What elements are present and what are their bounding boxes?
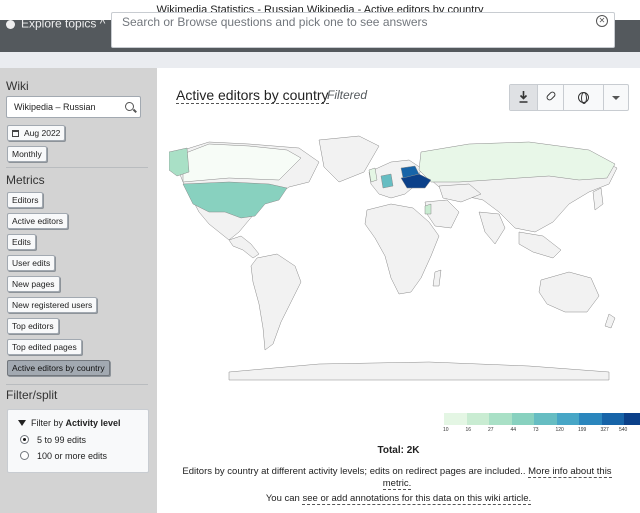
date-label: Aug 2022 — [24, 128, 61, 138]
map-new-zealand — [604, 313, 616, 329]
main-panel: Active editors by country Filtered 10 16… — [157, 68, 640, 513]
map-central-america — [228, 235, 260, 259]
legend-tick: 73 — [533, 427, 539, 433]
legend-swatch-0 — [444, 413, 467, 425]
header-gap — [0, 52, 640, 68]
close-icon[interactable]: ✕ — [596, 15, 608, 27]
radio-icon[interactable] — [20, 451, 29, 460]
map-israel — [424, 203, 432, 215]
metric-top-edited-pages[interactable]: Top edited pages — [7, 339, 82, 355]
legend-tick: 16 — [465, 427, 472, 433]
map-usa — [182, 181, 288, 219]
more-options-button[interactable] — [604, 85, 628, 110]
legend-swatch-5 — [556, 413, 579, 425]
legend-swatch-8 — [624, 413, 640, 425]
chevron-down-icon — [612, 96, 620, 100]
filter-title-prefix: Filter by — [31, 418, 64, 428]
search-placeholder: Search or Browse questions and pick one … — [122, 15, 428, 29]
metrics-heading: Metrics — [6, 173, 45, 187]
legend-tick: 199 — [578, 427, 587, 433]
legend-tick: 44 — [510, 427, 517, 433]
legend-swatch-4 — [534, 413, 557, 425]
metric-top-editors[interactable]: Top editors — [7, 318, 59, 334]
search-bar[interactable]: Search or Browse questions and pick one … — [111, 12, 615, 48]
metric-new-pages[interactable]: New pages — [7, 276, 60, 292]
legend-tick: 540 — [619, 427, 628, 433]
legend-tick: 10 — [443, 427, 449, 433]
filter-panel: Filter by Activity level 5 to 99 edits 1… — [7, 409, 149, 473]
legend-color-scale — [444, 413, 640, 425]
map-india — [478, 211, 506, 245]
legend-swatch-2 — [489, 413, 512, 425]
map-alaska — [169, 147, 190, 177]
chart-subtitle: Filtered — [327, 88, 368, 102]
metric-new-registered-users[interactable]: New registered users — [7, 297, 98, 313]
filter-title-bold: Activity level — [65, 418, 121, 428]
wiki-selector-input[interactable]: Wikipedia – Russian — [6, 96, 141, 118]
link-button[interactable] — [538, 85, 564, 110]
divider — [6, 167, 148, 168]
map-russia — [418, 141, 616, 183]
total-count: Total: 2K — [377, 445, 420, 456]
filter-option-label: 5 to 99 edits — [37, 435, 87, 445]
sidebar: Wiki Wikipedia – Russian Aug 2022 Monthl… — [0, 68, 157, 513]
map-south-america — [250, 253, 302, 351]
granularity-button[interactable]: Monthly — [7, 146, 47, 162]
map-madagascar — [432, 269, 442, 287]
explore-topics-label: Explore topics — [21, 16, 97, 31]
divider — [6, 384, 148, 385]
chart-toolbar — [509, 84, 629, 111]
legend-swatch-3 — [511, 413, 534, 425]
legend-tick: 120 — [555, 427, 564, 433]
map-legend: 10 16 27 44 73 120 199 327 540 — [443, 413, 640, 435]
wiki-heading: Wiki — [6, 79, 29, 93]
explore-topics-button[interactable]: Explore topics ^ — [0, 16, 105, 40]
date-selector-button[interactable]: Aug 2022 — [7, 125, 66, 141]
download-icon — [519, 91, 528, 103]
world-map[interactable] — [169, 132, 629, 382]
search-icon — [125, 102, 134, 111]
globe-icon — [578, 92, 589, 104]
map-australia — [538, 271, 600, 313]
annotation-line: You can see or add annotations for this … — [157, 493, 640, 505]
legend-tick: 327 — [600, 427, 609, 433]
map-japan — [592, 187, 604, 211]
link-icon — [545, 90, 557, 102]
info-icon — [6, 20, 15, 29]
legend-swatch-1 — [466, 413, 489, 425]
filter-option-100-plus[interactable]: 100 or more edits — [20, 451, 107, 461]
legend-swatch-7 — [601, 413, 624, 425]
top-bar: Explore topics ^ Search or Browse questi… — [0, 12, 640, 52]
map-africa — [364, 203, 440, 295]
filter-split-heading: Filter/split — [6, 388, 58, 402]
calendar-icon — [12, 130, 19, 137]
metric-active-editors[interactable]: Active editors — [7, 213, 69, 229]
legend-swatch-6 — [579, 413, 602, 425]
legend-tick: 27 — [488, 427, 494, 433]
language-button[interactable] — [564, 85, 604, 110]
annotation-prefix: You can — [265, 493, 300, 504]
metric-editors[interactable]: Editors — [7, 192, 44, 208]
annotations-link[interactable]: see or add annotations for this data on … — [302, 493, 532, 505]
metric-user-edits[interactable]: User edits — [7, 255, 56, 271]
filter-option-5-to-99[interactable]: 5 to 99 edits — [20, 435, 86, 445]
map-germany — [380, 173, 394, 189]
map-antarctica — [228, 361, 610, 381]
metric-active-editors-by-country[interactable]: Active editors by country — [7, 360, 110, 376]
description-text: Editors by country at different activity… — [182, 466, 526, 477]
legend-labels: 10 16 27 44 73 120 199 327 540 — [443, 427, 628, 435]
chart-title[interactable]: Active editors by country — [176, 87, 329, 104]
wiki-selector-value: Wikipedia – Russian — [14, 102, 96, 112]
filter-icon — [18, 420, 26, 426]
filter-title: Filter by Activity level — [18, 418, 121, 428]
radio-selected-icon[interactable] — [20, 435, 29, 444]
map-southeast-asia — [518, 231, 562, 259]
download-button[interactable] — [510, 85, 538, 110]
metric-edits[interactable]: Edits — [7, 234, 36, 250]
filter-option-label: 100 or more edits — [37, 451, 108, 461]
metric-description: Editors by country at different activity… — [182, 466, 612, 490]
